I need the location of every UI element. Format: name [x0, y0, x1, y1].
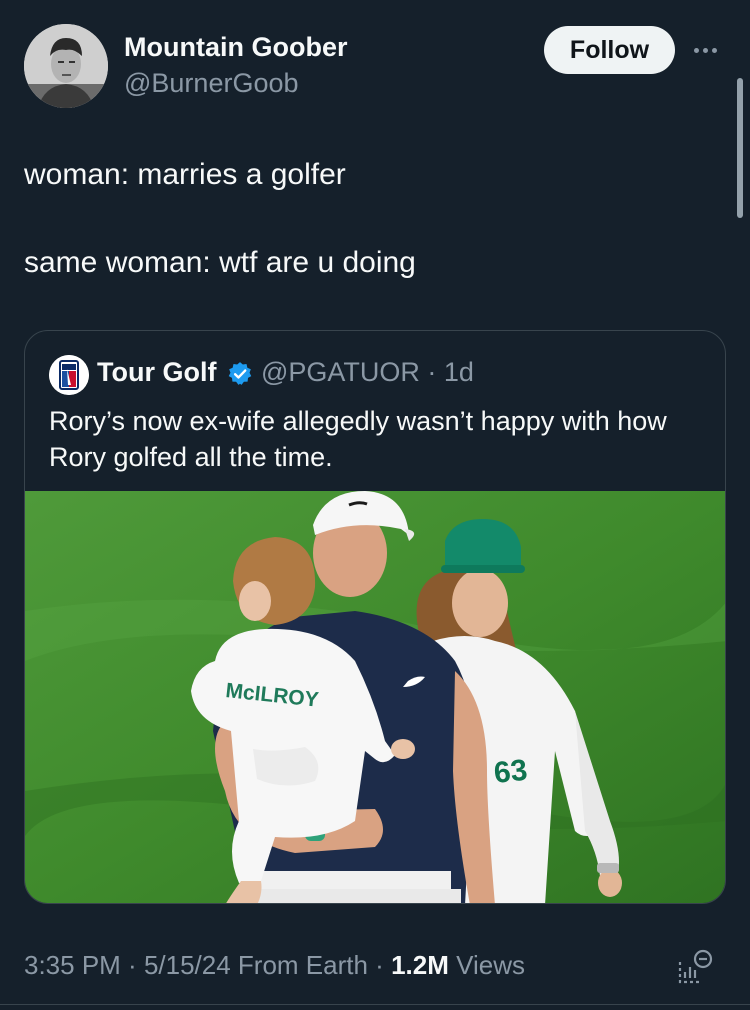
quoted-handle-time[interactable]: @PGATUOR · 1d [261, 357, 474, 388]
views-count: 1.2M [391, 950, 449, 980]
author-handle[interactable]: @BurnerGoob [124, 68, 299, 99]
views-label: Views [456, 950, 525, 980]
pga-logo-icon [49, 355, 89, 395]
quoted-tweet[interactable]: Tour Golf @PGATUOR · 1d Rory’s now ex-wi… [24, 330, 726, 904]
tweet-source: From Earth [237, 950, 368, 980]
tweet-time[interactable]: 3:35 PM [24, 950, 121, 980]
tweet-meta: 3:35 PM · 5/15/24 From Earth · 1.2M View… [24, 950, 525, 980]
quoted-author-avatar[interactable] [49, 355, 89, 395]
analytics-icon[interactable] [676, 948, 714, 986]
verified-badge-icon [228, 362, 252, 385]
quoted-tweet-text: Rory’s now ex-wife allegedly wasn’t happ… [49, 406, 667, 472]
quoted-tweet-image[interactable]: 63 McILROY [25, 491, 725, 903]
avatar-photo [24, 24, 108, 108]
bottom-divider [0, 1004, 750, 1005]
more-icon[interactable] [690, 36, 720, 64]
tweet-text-line-1: woman: marries a golfer [24, 158, 346, 191]
follow-button[interactable]: Follow [544, 26, 675, 74]
scrollbar[interactable] [737, 78, 743, 218]
tweet-text-line-2: same woman: wtf are u doing [24, 246, 416, 279]
author-avatar[interactable] [24, 24, 108, 108]
svg-text:63: 63 [492, 754, 529, 790]
golf-family-photo: 63 McILROY [25, 491, 725, 903]
author-name[interactable]: Mountain Goober [124, 32, 347, 63]
tweet-date[interactable]: 5/15/24 [144, 950, 231, 980]
quoted-author-name[interactable]: Tour Golf [97, 357, 216, 388]
